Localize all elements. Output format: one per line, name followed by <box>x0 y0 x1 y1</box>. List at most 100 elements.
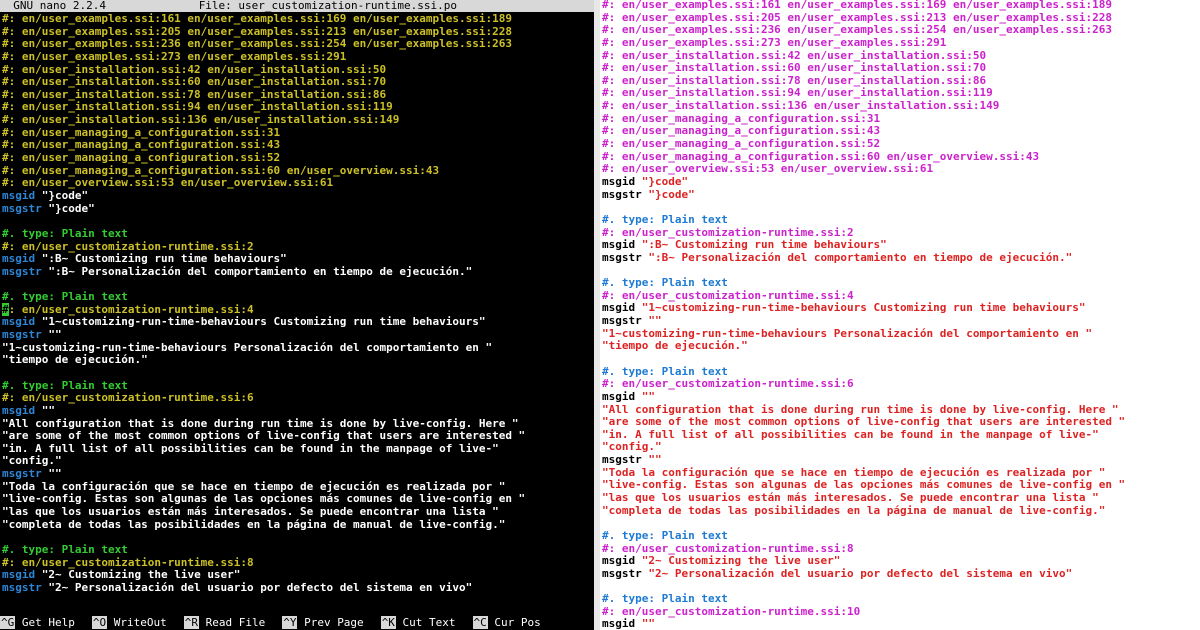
line-segment: #. type: Plain text <box>602 364 728 378</box>
line-segment: #: en/user_customization-runtime.ssi:10 <box>602 604 861 618</box>
line-segment: "in. A full list of all possibilities ca… <box>602 427 1099 441</box>
line-segment: msgid <box>602 389 642 403</box>
line-segment: #: en/user_customization-runtime.ssi:2 <box>2 239 254 253</box>
line-segment: : en/user_customization-runtime.ssi:4 <box>8 302 254 316</box>
editor-text-area-right[interactable]: #: en/user_examples.ssi:161 en/user_exam… <box>602 0 1198 630</box>
app-version: GNU nano 2.2.4 <box>13 0 106 12</box>
shortcut-key: ^C <box>472 616 488 629</box>
shortcut-item[interactable]: ^R Read File <box>183 616 266 630</box>
line-segment: #: en/user_examples.ssi:273 en/user_exam… <box>602 35 947 49</box>
line-segment: "}code" <box>648 187 695 201</box>
line-segment: "" <box>648 453 662 467</box>
right-editor-pane[interactable]: #: en/user_examples.ssi:161 en/user_exam… <box>600 0 1200 630</box>
shortcut-item[interactable]: ^Y Prev Page <box>282 616 364 630</box>
shortcut-key: ^R <box>183 616 199 629</box>
line-segment: "completa de todas las posibilidades en … <box>2 517 506 531</box>
line-segment: msgstr <box>2 328 49 342</box>
text-line: "tiempo de ejecución." <box>602 339 1198 353</box>
line-segment: #: en/user_managing_a_configuration.ssi:… <box>602 124 881 138</box>
shortcut-label: Read File <box>198 616 266 629</box>
line-segment: #: en/user_installation.ssi:78 en/user_i… <box>602 73 987 87</box>
shortcut-key: ^O <box>91 616 108 629</box>
shortcut-label: WriteOut <box>107 616 167 629</box>
text-line: #: en/user_customization-runtime.ssi:6 <box>2 391 592 405</box>
line-segment: #: en/user_customization-runtime.ssi:6 <box>2 391 254 405</box>
shortcut-label: Prev Page <box>297 616 364 629</box>
line-segment: "1~customizing-run-time-behaviours Custo… <box>41 315 486 329</box>
text-line: msgstr ":B~ Personalización del comporta… <box>2 265 592 279</box>
line-segment: "}code" <box>641 174 689 188</box>
line-segment: #: en/user_customization-runtime.ssi:6 <box>602 377 854 391</box>
shortcut-key: ^G <box>0 616 16 629</box>
text-line: "in. A full list of all possibilities ca… <box>2 441 592 456</box>
shortcut-label: Get Help <box>15 616 75 629</box>
line-segment: #. type: Plain text <box>602 276 728 290</box>
line-segment: msgid <box>2 315 42 329</box>
line-segment: #: en/user_overview.ssi:53 en/user_overv… <box>2 176 334 190</box>
line-segment: msgid <box>602 554 642 568</box>
line-segment: "" <box>48 467 62 481</box>
text-line: "tiempo de ejecución." <box>2 353 592 367</box>
line-segment: "2~ Personalización del usuario por defe… <box>648 566 1073 580</box>
line-segment: #. type: Plain text <box>2 290 128 304</box>
text-line: msgid "1~customizing-run-time-behaviours… <box>2 316 592 329</box>
line-segment: #. type: Plain text <box>602 592 728 606</box>
line-segment: msgid <box>602 617 642 630</box>
text-line: msgstr "}code" <box>2 201 592 216</box>
shortcut-label: Cur Pos <box>487 616 541 629</box>
line-segment: msgstr <box>2 580 49 594</box>
line-segment: #. type: Plain text <box>2 542 128 556</box>
line-segment: msgstr <box>2 201 49 215</box>
line-segment: "las que los usuarios están más interesa… <box>602 490 1099 504</box>
line-segment: #: en/user_installation.ssi:42 en/user_i… <box>2 62 387 76</box>
shortcut-item[interactable]: ^G Get Help <box>0 616 75 630</box>
line-segment: #. type: Plain text <box>602 212 728 226</box>
nano-title-bar: GNU nano 2.2.4 File: user_customization-… <box>0 0 594 12</box>
line-segment: "" <box>648 314 662 328</box>
text-line: msgid "" <box>602 618 1198 630</box>
line-segment: "tiempo de ejecución." <box>2 353 148 367</box>
editor-text-area[interactable]: #: en/user_examples.ssi:161 en/user_exam… <box>2 12 592 595</box>
line-segment: "2~ Customizing the live user" <box>641 554 841 568</box>
line-segment: msgid <box>2 568 42 582</box>
text-cursor: # <box>2 302 9 316</box>
text-line: #: en/user_overview.ssi:53 en/user_overv… <box>602 163 1198 176</box>
file-name: File: user_customization-runtime.ssi.po <box>198 0 457 12</box>
line-segment: msgid <box>2 252 42 266</box>
line-segment: msgid <box>2 188 42 202</box>
line-segment: #: en/user_customization-runtime.ssi:4 <box>602 288 854 302</box>
line-segment: "completa de todas las posibilidades en … <box>602 503 1106 517</box>
line-segment: "" <box>641 617 655 630</box>
shortcut-label: Cut Text <box>395 616 456 629</box>
line-segment: "All configuration that is done during r… <box>2 416 519 430</box>
line-segment: "}code" <box>48 201 95 215</box>
line-segment: #. type: Plain text <box>2 378 128 392</box>
line-segment: #: en/user_overview.ssi:53 en/user_overv… <box>602 162 934 176</box>
shortcut-item[interactable]: ^O WriteOut <box>91 616 167 630</box>
line-segment: #: en/user_installation.ssi:136 en/user_… <box>602 99 1000 113</box>
text-line: "completa de todas las posibilidades en … <box>602 503 1198 518</box>
text-line: msgstr "2~ Personalización del usuario p… <box>2 580 592 595</box>
line-segment: "in. A full list of all possibilities ca… <box>2 441 499 455</box>
line-segment: #: en/user_examples.ssi:236 en/user_exam… <box>2 37 512 51</box>
line-segment: #: en/user_managing_a_configuration.ssi:… <box>2 125 281 139</box>
line-segment: msgid <box>602 238 642 252</box>
line-segment: "are some of the most common options of … <box>2 429 526 443</box>
line-segment: msgid <box>602 174 642 188</box>
line-segment: #: en/user_customization-runtime.ssi:8 <box>2 555 254 569</box>
left-terminal-pane[interactable]: GNU nano 2.2.4 File: user_customization-… <box>0 0 594 630</box>
text-line: #: en/user_customization-runtime.ssi:6 <box>602 377 1198 391</box>
shortcut-item[interactable]: ^C Cur Pos <box>472 616 541 630</box>
line-segment: "" <box>41 403 55 417</box>
line-segment: "" <box>48 328 62 342</box>
line-segment: "tiempo de ejecución." <box>602 339 748 353</box>
line-segment: #: en/user_customization-runtime.ssi:8 <box>602 541 854 555</box>
line-segment: msgstr <box>602 314 649 328</box>
line-segment: msgid <box>602 301 642 315</box>
line-segment: ":B~ Customizing run time behaviours" <box>641 238 887 252</box>
line-segment: #: en/user_installation.ssi:60 en/user_i… <box>2 75 387 89</box>
line-segment: msgstr <box>2 467 49 481</box>
line-segment: ":B~ Customizing run time behaviours" <box>41 252 287 266</box>
line-segment: "" <box>641 389 655 403</box>
shortcut-item[interactable]: ^K Cut Text <box>380 616 456 630</box>
